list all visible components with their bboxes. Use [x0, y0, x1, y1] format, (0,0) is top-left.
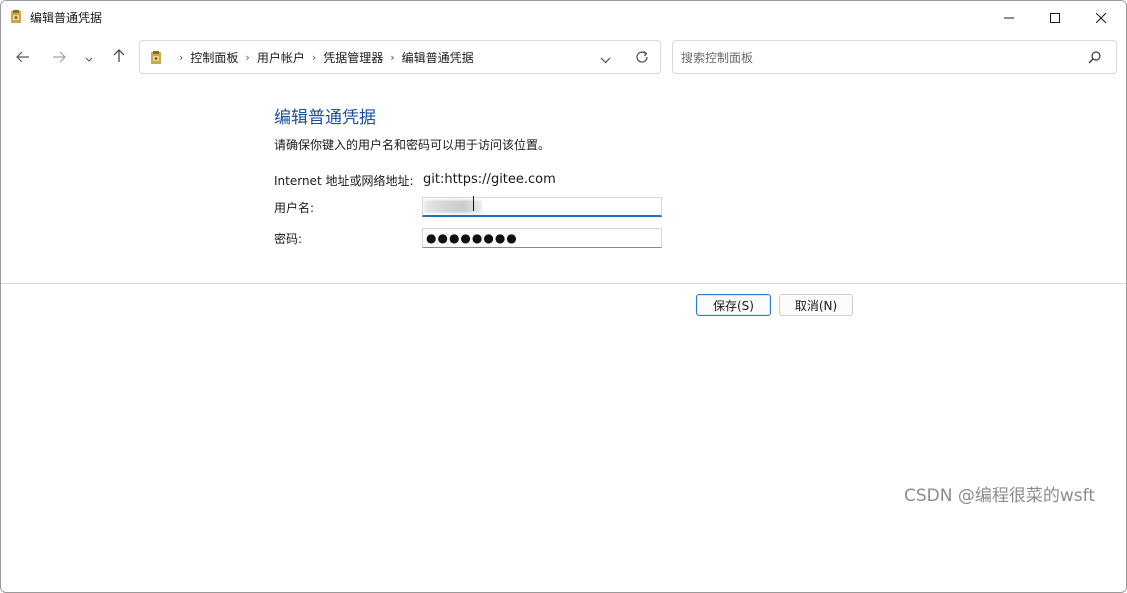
breadcrumb-item-edit-credential[interactable]: 编辑普通凭据 — [402, 49, 474, 66]
chevron-right-icon[interactable]: › — [245, 51, 249, 64]
search-box[interactable] — [672, 40, 1117, 74]
up-arrow-icon — [113, 48, 125, 67]
internet-address-value: git:https://gitee.com — [423, 172, 556, 187]
chevron-right-icon: › — [179, 50, 184, 64]
chevron-right-icon[interactable]: › — [390, 51, 394, 64]
forward-button[interactable] — [45, 39, 73, 75]
instruction-text: 请确保你键入的用户名和密码可以用于访问该位置。 — [274, 138, 551, 152]
title-bar: 编辑普通凭据 — [1, 1, 1126, 33]
address-dropdown-button[interactable] — [595, 49, 615, 67]
username-field[interactable] — [422, 196, 662, 217]
credential-manager-icon — [10, 9, 22, 24]
password-field[interactable]: ●●●●●●●● — [422, 228, 662, 248]
text-cursor — [473, 196, 474, 211]
maximize-icon — [1050, 8, 1060, 27]
close-button[interactable] — [1078, 1, 1124, 33]
maximize-button[interactable] — [1032, 1, 1078, 33]
search-input[interactable] — [681, 49, 1071, 67]
breadcrumb-item-user-accounts[interactable]: 用户帐户 — [257, 49, 305, 66]
refresh-button[interactable] — [632, 48, 652, 68]
chevron-down-icon — [85, 48, 93, 67]
forward-arrow-icon — [52, 48, 66, 67]
internet-address-label: Internet 地址或网络地址: — [274, 174, 414, 188]
page-title: 编辑普通凭据 — [274, 108, 376, 128]
breadcrumb-item-control-panel[interactable]: 控制面板 — [190, 49, 238, 66]
save-button[interactable]: 保存(S) — [696, 294, 771, 316]
address-bar[interactable]: › 控制面板 › 用户帐户 › 凭据管理器 › 编辑普通凭据 — [139, 40, 661, 74]
breadcrumb: › 控制面板 › 用户帐户 › 凭据管理器 › 编辑普通凭据 — [172, 41, 474, 73]
recent-locations-button[interactable] — [79, 39, 99, 75]
cancel-button[interactable]: 取消(N) — [779, 294, 853, 316]
watermark: CSDN @编程很菜的wsft — [904, 486, 1095, 506]
content-area: 编辑普通凭据 请确保你键入的用户名和密码可以用于访问该位置。 Internet … — [1, 83, 1126, 591]
minimize-button[interactable] — [986, 1, 1032, 33]
chevron-right-icon[interactable]: › — [312, 51, 316, 64]
credential-manager-icon — [150, 50, 162, 65]
breadcrumb-item-credential-manager[interactable]: 凭据管理器 — [323, 49, 383, 66]
back-button[interactable] — [9, 39, 37, 75]
search-icon[interactable] — [1087, 50, 1103, 66]
minimize-icon — [1004, 8, 1014, 27]
up-button[interactable] — [105, 39, 133, 75]
password-label: 密码: — [274, 232, 303, 246]
password-mask: ●●●●●●●● — [426, 231, 518, 245]
refresh-icon — [635, 49, 649, 68]
close-icon — [1095, 8, 1107, 27]
chevron-down-icon — [600, 49, 611, 68]
window-title: 编辑普通凭据 — [30, 11, 103, 25]
username-label: 用户名: — [274, 201, 315, 215]
back-arrow-icon — [16, 48, 30, 67]
divider — [1, 283, 1126, 284]
navigation-bar: › 控制面板 › 用户帐户 › 凭据管理器 › 编辑普通凭据 — [1, 39, 1126, 77]
